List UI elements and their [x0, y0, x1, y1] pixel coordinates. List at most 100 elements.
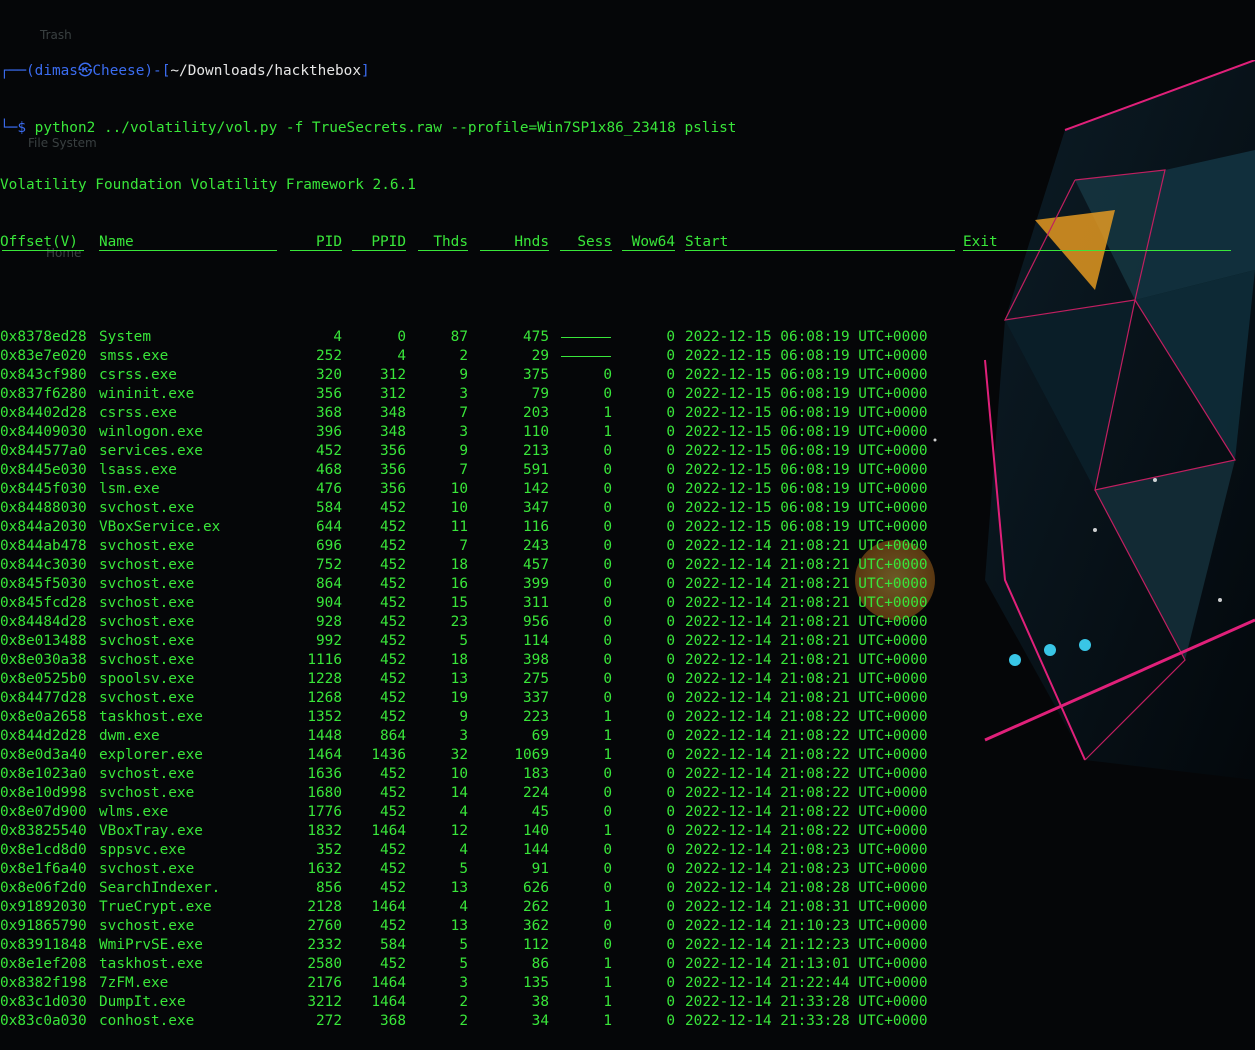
cell-sess: 0	[603, 785, 612, 801]
cell-offset-v: 0x84409030	[0, 424, 87, 440]
cell-name: svchost.exe	[99, 557, 195, 573]
cell-name: conhost.exe	[99, 1013, 195, 1029]
prompt-at: ㉿	[77, 63, 93, 79]
cell-start: 2022-12-14 21:13:01 UTC+0000	[685, 956, 928, 972]
cell-start: 2022-12-14 21:08:22 UTC+0000	[685, 709, 928, 725]
cell-thds: 7	[459, 462, 468, 478]
cell-wow64: 0	[666, 785, 675, 801]
cell-ppid: 368	[380, 1013, 406, 1029]
cell-start: 2022-12-15 06:08:19 UTC+0000	[685, 462, 928, 478]
cell-thds: 13	[450, 671, 468, 687]
table-row: 0x83c0a030 conhost.exe 272 368 2 34 1 0 2022-12-…	[0, 1012, 1255, 1031]
cell-sess: 0	[603, 842, 612, 858]
cell-start: 2022-12-14 21:08:21 UTC+0000	[685, 538, 928, 554]
cell-ppid: 356	[380, 443, 406, 459]
cell-wow64: 0	[666, 956, 675, 972]
cell-name: WmiPrvSE.exe	[99, 937, 203, 953]
cell-offset-v: 0x8378ed28	[0, 329, 87, 345]
cell-ppid: 312	[380, 367, 406, 383]
cell-thds: 2	[459, 994, 468, 1010]
cell-ppid: 452	[380, 690, 406, 706]
cell-ppid: 452	[380, 633, 406, 649]
cell-pid: 252	[316, 348, 342, 364]
command-text: python2 ../volatility/vol.py -f TrueSecr…	[34, 120, 737, 136]
table-row: 0x83e7e020 smss.exe 252 4 2 29 0 2022-12-15 06:…	[0, 347, 1255, 366]
terminal-output[interactable]: ┌──(dimas㉿Cheese)-[~/Downloads/hackthebo…	[0, 24, 1255, 1050]
cell-offset-v: 0x8e030a38	[0, 652, 87, 668]
cell-thds: 7	[459, 538, 468, 554]
table-row: 0x8e10d998 svchost.exe 1680 452 14 224 0 0 2022-…	[0, 784, 1255, 803]
cell-ppid: 1464	[371, 823, 406, 839]
cell-hnds: 116	[523, 519, 549, 535]
cell-hnds: 69	[531, 728, 549, 744]
prompt-box-open: ┌──(	[0, 63, 35, 79]
cell-sess: 0	[603, 614, 612, 630]
cell-wow64: 0	[666, 424, 675, 440]
cell-thds: 14	[450, 785, 468, 801]
cell-thds: 9	[459, 367, 468, 383]
cell-start: 2022-12-14 21:33:28 UTC+0000	[685, 994, 928, 1010]
cell-ppid: 452	[380, 500, 406, 516]
cell-start: 2022-12-14 21:08:21 UTC+0000	[685, 576, 928, 592]
cell-sess: 0	[603, 937, 612, 953]
cell-hnds: 399	[523, 576, 549, 592]
cell-offset-v: 0x8382f198	[0, 975, 87, 991]
cell-pid: 2176	[307, 975, 342, 991]
cell-hnds: 626	[523, 880, 549, 896]
cell-start: 2022-12-14 21:08:22 UTC+0000	[685, 747, 928, 763]
cell-ppid: 452	[380, 842, 406, 858]
cell-wow64: 0	[666, 918, 675, 934]
cell-start: 2022-12-14 21:08:28 UTC+0000	[685, 880, 928, 896]
cell-sess: 1	[603, 823, 612, 839]
cell-pid: 1448	[307, 728, 342, 744]
cell-hnds: 398	[523, 652, 549, 668]
cell-start: 2022-12-14 21:08:22 UTC+0000	[685, 728, 928, 744]
cell-ppid: 452	[380, 861, 406, 877]
cell-sess: 0	[603, 462, 612, 478]
cell-start: 2022-12-14 21:08:21 UTC+0000	[685, 690, 928, 706]
cell-name: lsass.exe	[99, 462, 177, 478]
cell-ppid: 356	[380, 481, 406, 497]
cell-name: wininit.exe	[99, 386, 195, 402]
cell-offset-v: 0x8e10d998	[0, 785, 87, 801]
cell-wow64: 0	[666, 690, 675, 706]
cell-thds: 3	[459, 975, 468, 991]
cell-pid: 468	[316, 462, 342, 478]
cell-ppid: 452	[380, 652, 406, 668]
cell-wow64: 0	[666, 538, 675, 554]
table-row: 0x84484d28 svchost.exe 928 452 23 956 0 0 2022-1…	[0, 613, 1255, 632]
table-row: 0x844d2d28 dwm.exe 1448 864 3 69 1 0 2022-12-14 …	[0, 727, 1255, 746]
cell-sess: 1	[603, 975, 612, 991]
table-row: 0x8e013488 svchost.exe 992 452 5 114 0 0 2022-12…	[0, 632, 1255, 651]
cell-name: svchost.exe	[99, 918, 195, 934]
table-row: 0x83825540 VBoxTray.exe 1832 1464 12 140 1 0 202…	[0, 822, 1255, 841]
cell-wow64: 0	[666, 386, 675, 402]
cell-hnds: 79	[531, 386, 549, 402]
cell-start: 2022-12-15 06:08:19 UTC+0000	[685, 329, 928, 345]
cell-pid: 452	[316, 443, 342, 459]
table-row: 0x8e030a38 svchost.exe 1116 452 18 398 0 0 2022-…	[0, 651, 1255, 670]
cell-pid: 320	[316, 367, 342, 383]
cell-offset-v: 0x845f5030	[0, 576, 87, 592]
cell-name: svchost.exe	[99, 576, 195, 592]
cell-thds: 10	[450, 481, 468, 497]
cell-offset-v: 0x8445e030	[0, 462, 87, 478]
cell-hnds: 375	[523, 367, 549, 383]
cell-name: svchost.exe	[99, 690, 195, 706]
table-row: 0x844ab478 svchost.exe 696 452 7 243 0 0 2022-12…	[0, 537, 1255, 556]
cell-ppid: 452	[380, 956, 406, 972]
cell-offset-v: 0x91865790	[0, 918, 87, 934]
cell-ppid: 452	[380, 709, 406, 725]
cell-thds: 11	[450, 519, 468, 535]
cell-name: SearchIndexer.	[99, 880, 221, 896]
table-row: 0x8e0a2658 taskhost.exe 1352 452 9 223 1 0 2022-…	[0, 708, 1255, 727]
cell-offset-v: 0x83911848	[0, 937, 87, 953]
cell-hnds: 223	[523, 709, 549, 725]
cell-wow64: 0	[666, 899, 675, 915]
cell-wow64: 0	[666, 462, 675, 478]
cell-start: 2022-12-14 21:08:22 UTC+0000	[685, 766, 928, 782]
cell-sess: 0	[603, 576, 612, 592]
cell-name: System	[99, 329, 151, 345]
cell-pid: 1116	[307, 652, 342, 668]
cell-thds: 3	[459, 386, 468, 402]
